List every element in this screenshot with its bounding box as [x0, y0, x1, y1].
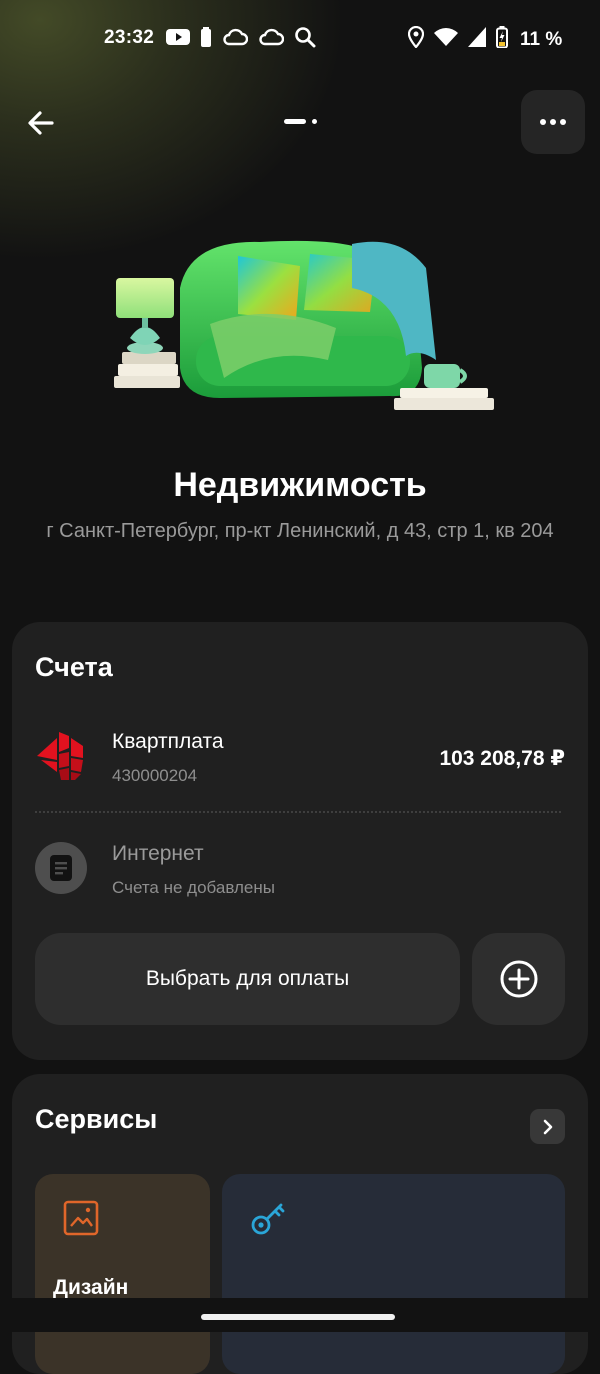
status-bar: 23:32 11 % — [0, 0, 600, 76]
key-icon — [251, 1203, 285, 1235]
account-name: Интернет — [112, 842, 204, 865]
service-tile-design[interactable]: Дизайн — [35, 1174, 210, 1374]
search-icon — [294, 26, 316, 54]
status-time: 23:32 — [104, 27, 155, 48]
page-indicator-active — [284, 119, 306, 124]
home-indicator[interactable] — [201, 1314, 395, 1320]
service-tile-key[interactable] — [222, 1174, 565, 1374]
wifi-icon — [434, 27, 458, 53]
document-icon — [35, 842, 87, 894]
dotted-divider — [35, 811, 561, 813]
more-dot-icon — [540, 119, 546, 125]
top-bar — [0, 90, 600, 154]
property-address: г Санкт-Петербург, пр-кт Ленинский, д 43… — [46, 520, 554, 542]
account-status: Счета не добавлены — [112, 878, 275, 897]
chevron-right-icon — [543, 1119, 552, 1134]
battery-small-icon — [200, 27, 212, 53]
more-dot-icon — [560, 119, 566, 125]
more-options-button[interactable] — [521, 90, 585, 154]
account-number: 430000204 — [112, 766, 198, 785]
youtube-icon — [166, 28, 190, 52]
account-amount: 103 208,78 ₽ — [439, 747, 565, 770]
more-dot-icon — [550, 119, 556, 125]
image-frame-icon — [63, 1200, 99, 1236]
select-for-payment-button[interactable]: Выбрать для оплаты — [35, 933, 460, 1025]
page-indicator — [284, 119, 317, 124]
back-button[interactable] — [20, 102, 62, 144]
account-row-kvartplata[interactable]: Квартплата 430000204 103 208,78 ₽ — [35, 726, 565, 796]
cloud-icon-2 — [258, 28, 285, 52]
page-title: Недвижимость — [173, 466, 427, 504]
building-logo-icon — [37, 732, 83, 780]
services-more-button[interactable] — [530, 1109, 565, 1144]
plus-circle-icon — [500, 960, 537, 998]
account-row-internet[interactable]: Интернет Счета не добавлены — [35, 838, 565, 908]
account-name: Квартплата — [112, 730, 224, 753]
signal-icon — [468, 27, 486, 53]
sofa-illustration — [114, 240, 494, 410]
services-title: Сервисы — [35, 1104, 158, 1134]
location-icon — [407, 25, 425, 54]
system-nav-bar — [0, 1298, 600, 1332]
page-indicator-dot[interactable] — [312, 119, 317, 124]
battery-charging-icon — [496, 26, 508, 54]
accounts-card: Счета Квартплата 430000204 103 208,78 ₽ … — [12, 622, 588, 1060]
cloud-icon — [222, 28, 249, 52]
service-label: Дизайн — [53, 1276, 129, 1299]
arrow-left-icon — [28, 111, 54, 135]
accounts-title: Счета — [35, 652, 113, 682]
add-account-button[interactable] — [472, 933, 565, 1025]
battery-percent: 11 % — [520, 29, 563, 50]
